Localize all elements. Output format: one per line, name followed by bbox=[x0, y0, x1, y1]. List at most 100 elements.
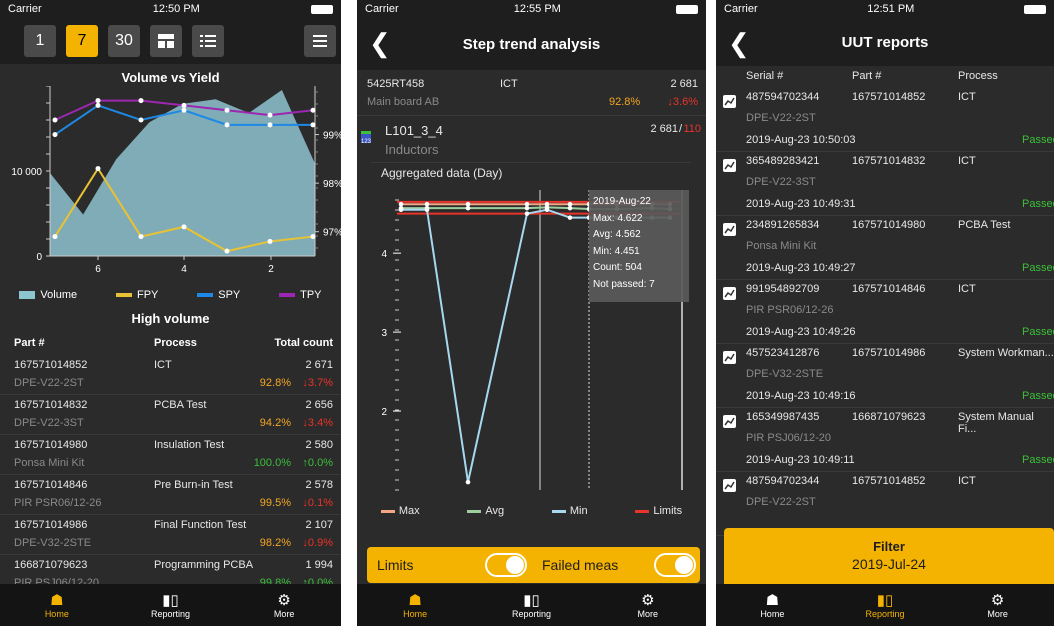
failed-meas-toggle[interactable] bbox=[654, 553, 696, 577]
spy-point[interactable] bbox=[138, 117, 144, 123]
fpy-point[interactable] bbox=[95, 166, 101, 172]
tpy-point[interactable] bbox=[52, 117, 58, 123]
report-icon bbox=[723, 159, 736, 172]
product-name: Main board AB bbox=[367, 96, 440, 108]
legend-fpy: FPY bbox=[115, 289, 158, 301]
process-name: ICT bbox=[500, 78, 518, 90]
tab-reporting[interactable]: ▮▯ Reporting bbox=[845, 592, 925, 619]
max-point[interactable] bbox=[424, 201, 430, 207]
period-1-button[interactable]: 1 bbox=[24, 25, 56, 57]
tab-more[interactable]: ⚙ More bbox=[244, 592, 324, 619]
fpy-point[interactable] bbox=[267, 238, 273, 244]
max-point[interactable] bbox=[567, 201, 573, 207]
y-tick-label: 3 bbox=[381, 328, 387, 339]
table-row[interactable]: 167571014986 DPE-V32-2STE Final Function T… bbox=[0, 515, 341, 555]
volume-yield-chart: 10 000 0 99% 98% 97% 6 4 2 bbox=[11, 86, 341, 275]
tab-home[interactable]: ☗ Home bbox=[375, 592, 455, 619]
part-number: 167571014832 bbox=[852, 155, 926, 167]
serial-number: 5425RT458 bbox=[367, 78, 425, 90]
tab-more[interactable]: ⚙ More bbox=[608, 592, 688, 619]
spy-point[interactable] bbox=[52, 132, 58, 138]
tpy-point[interactable] bbox=[267, 112, 273, 118]
report-row[interactable]: 487594702344 167571014852 ICT DPE-V22-2ST bbox=[716, 472, 1054, 536]
report-row[interactable]: 234891265834 167571014980 PCBA Test Ponsa M… bbox=[716, 216, 1054, 280]
fpy-point[interactable] bbox=[224, 248, 230, 254]
step-name: L101_3_4 bbox=[385, 123, 443, 138]
fpy-point[interactable] bbox=[52, 234, 58, 240]
tab-reporting[interactable]: ▮▯ Reporting bbox=[130, 592, 210, 619]
report-row[interactable]: 487594702344 167571014852 ICT DPE-V22-2ST 20… bbox=[716, 88, 1054, 152]
header-part: Part # bbox=[14, 337, 45, 349]
legend-spy: SPY bbox=[197, 289, 240, 301]
min-point[interactable] bbox=[424, 207, 430, 213]
part-number: 167571014852 bbox=[14, 359, 88, 371]
min-point[interactable] bbox=[524, 211, 530, 216]
total-count: 2 107 bbox=[305, 519, 333, 531]
period-7-button[interactable]: 7 bbox=[66, 25, 98, 57]
total-count: 2 580 bbox=[305, 439, 333, 451]
spy-point[interactable] bbox=[224, 122, 230, 128]
table-row[interactable]: 167571014980 Ponsa Mini Kit Insulation Tes… bbox=[0, 435, 341, 475]
menu-icon[interactable] bbox=[304, 25, 336, 57]
table-row[interactable]: 167571014846 PIR PSR06/12-26 Pre Burn-in T… bbox=[0, 475, 341, 515]
bar-chart-icon: ▮▯ bbox=[162, 591, 179, 609]
back-button[interactable]: ❮ bbox=[728, 28, 750, 59]
max-point[interactable] bbox=[398, 201, 404, 207]
max-point[interactable] bbox=[524, 201, 530, 207]
table-row[interactable]: 167571014832 DPE-V22-3ST PCBA Test 2 656 94.… bbox=[0, 395, 341, 435]
total-count: 2 671 bbox=[305, 359, 333, 371]
tpy-point[interactable] bbox=[95, 98, 101, 104]
process-name: ICT bbox=[958, 91, 976, 103]
tpy-point[interactable] bbox=[181, 102, 187, 108]
y-tick-label: 0 bbox=[36, 252, 42, 263]
avg-point[interactable] bbox=[524, 205, 530, 211]
process-name: ICT bbox=[154, 359, 172, 371]
fpy-point[interactable] bbox=[181, 224, 187, 230]
list-view-icon[interactable] bbox=[192, 25, 224, 57]
tab-label: Reporting bbox=[150, 608, 190, 619]
table-row[interactable]: 167571014852 DPE-V22-2ST ICT 2 671 92.8% ↓3.7… bbox=[0, 355, 341, 395]
yield-value: 99.5% bbox=[259, 497, 291, 509]
min-point[interactable] bbox=[567, 215, 573, 220]
spy-point[interactable] bbox=[267, 122, 273, 128]
legend-min: Min bbox=[551, 505, 588, 517]
report-row[interactable]: 165349987435 166871079623 System Manual Fi… bbox=[716, 408, 1054, 472]
period-30-button[interactable]: 30 bbox=[108, 25, 140, 57]
card-view-icon[interactable] bbox=[150, 25, 182, 57]
avg-point[interactable] bbox=[567, 205, 573, 211]
report-icon bbox=[723, 351, 736, 364]
report-row[interactable]: 365489283421 167571014832 ICT DPE-V22-3ST 20… bbox=[716, 152, 1054, 216]
tpy-point[interactable] bbox=[138, 98, 144, 104]
serial-number: 165349987435 bbox=[746, 411, 820, 423]
spy-point[interactable] bbox=[310, 122, 316, 128]
part-name: PIR PSJ06/12-20 bbox=[746, 432, 831, 444]
limits-toggle[interactable] bbox=[485, 553, 527, 577]
tpy-point[interactable] bbox=[224, 107, 230, 113]
gear-icon: ⚙ bbox=[277, 591, 291, 609]
y2-tick-label: 99% bbox=[323, 131, 341, 142]
header-total: Total count bbox=[274, 337, 333, 349]
min-point[interactable] bbox=[465, 479, 471, 485]
spy-point[interactable] bbox=[181, 107, 187, 113]
status-time: 12:50 PM bbox=[152, 3, 200, 15]
fpy-point[interactable] bbox=[310, 234, 316, 240]
part-name: DPE-V22-2ST bbox=[746, 496, 816, 508]
report-row[interactable]: 457523412876 167571014986 System Workman..… bbox=[716, 344, 1054, 408]
battery-icon bbox=[676, 4, 698, 14]
tab-more[interactable]: ⚙ More bbox=[958, 592, 1038, 619]
tpy-point[interactable] bbox=[310, 107, 316, 113]
header-process: Process bbox=[958, 70, 998, 82]
tab-home[interactable]: ☗ Home bbox=[17, 592, 97, 619]
fpy-point[interactable] bbox=[138, 234, 144, 240]
spy-point[interactable] bbox=[95, 102, 101, 108]
tab-label: Home bbox=[760, 608, 785, 619]
part-number: 167571014846 bbox=[14, 479, 88, 491]
max-point[interactable] bbox=[465, 201, 471, 207]
tab-home[interactable]: ☗ Home bbox=[732, 592, 812, 619]
min-point[interactable] bbox=[398, 207, 404, 213]
back-button[interactable]: ❮ bbox=[369, 28, 391, 59]
min-point[interactable] bbox=[544, 207, 550, 213]
avg-point[interactable] bbox=[465, 205, 471, 211]
report-row[interactable]: 991954892709 167571014846 ICT PIR PSR06/12-… bbox=[716, 280, 1054, 344]
tab-reporting[interactable]: ▮▯ Reporting bbox=[491, 592, 571, 619]
